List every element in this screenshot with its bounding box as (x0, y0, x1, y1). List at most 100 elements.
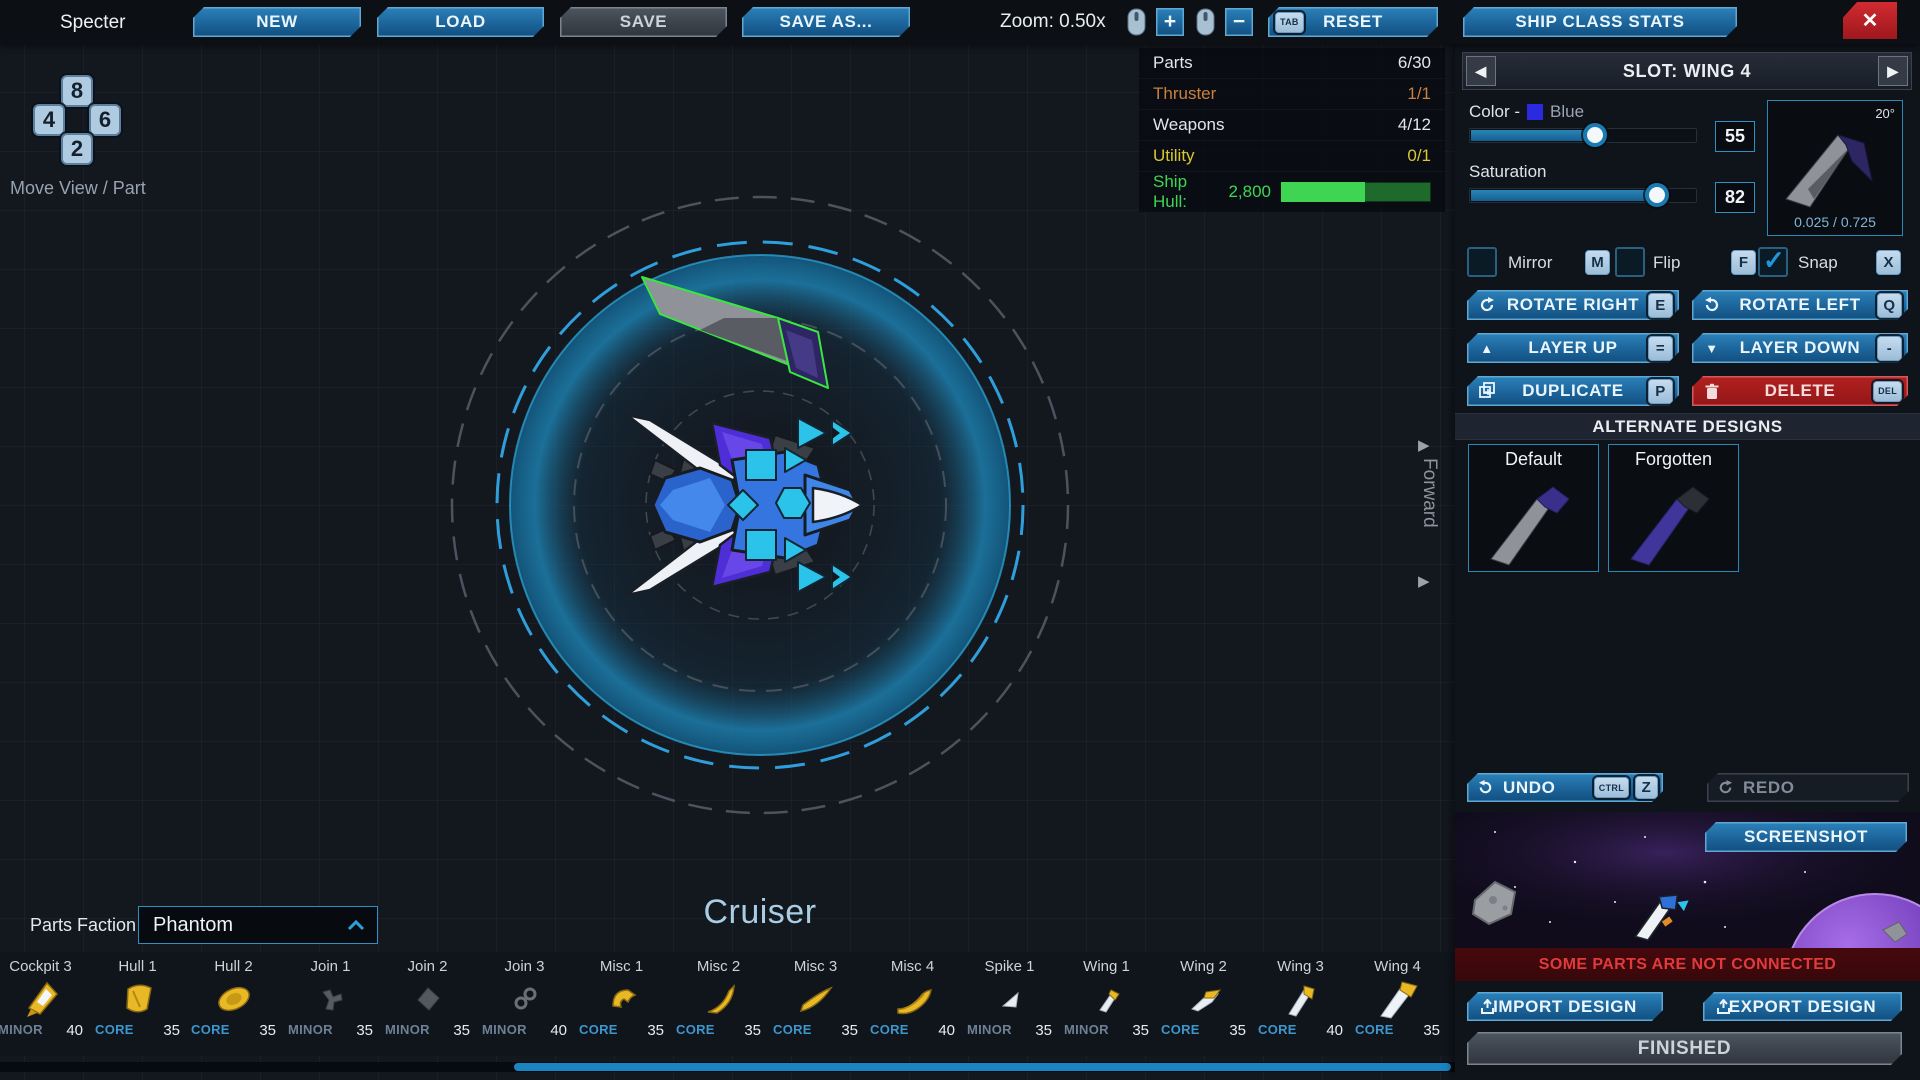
zoom-in-button[interactable]: + (1156, 8, 1184, 36)
finished-button[interactable]: FINISHED (1467, 1032, 1902, 1065)
part-cost: 35 (1229, 1022, 1246, 1039)
stat-row-parts: Parts 6/30 (1139, 48, 1445, 79)
chain-link-icon (476, 976, 573, 1022)
part-name: Hull 2 (185, 958, 282, 976)
part-item-hull-2[interactable]: Hull 2 CORE 35 (185, 958, 282, 1052)
part-cost: 40 (550, 1022, 567, 1039)
delete-label: DELETE (1765, 381, 1836, 401)
stat-label: Utility (1153, 146, 1195, 166)
color-value-box[interactable]: 55 (1715, 121, 1755, 152)
numpad-4-key: 4 (33, 104, 65, 136)
part-angle-value: 20° (1875, 106, 1895, 121)
screenshot-button[interactable]: SCREENSHOT (1705, 822, 1907, 852)
layer-down-button[interactable]: ▼ LAYER DOWN - (1692, 333, 1908, 363)
part-item-hull-1[interactable]: Hull 1 CORE 35 (89, 958, 186, 1052)
color-slider-knob[interactable] (1583, 123, 1607, 147)
zoom-level-label: Zoom: 0.50x (1000, 11, 1106, 33)
part-item-join-2[interactable]: Join 2 MINOR 35 (379, 958, 476, 1052)
trash-icon (1702, 381, 1722, 401)
slot-header: ◀ SLOT: WING 4 ▶ (1462, 52, 1912, 90)
part-type: CORE (1161, 1022, 1200, 1039)
long-blade-wing-icon (1349, 976, 1446, 1022)
parts-scrollbar-thumb[interactable] (514, 1063, 1451, 1071)
mirror-keycap: M (1585, 250, 1610, 275)
part-item-wing-1[interactable]: Wing 1 MINOR 35 (1058, 958, 1155, 1052)
zoom-out-button[interactable]: − (1225, 8, 1253, 36)
thin-horn-icon (767, 976, 864, 1022)
load-button[interactable]: LOAD (377, 7, 544, 37)
part-name: Misc 1 (573, 958, 670, 976)
import-icon (1477, 997, 1497, 1017)
part-offset-value: 0.025 / 0.725 (1768, 214, 1902, 230)
duplicate-icon (1477, 381, 1497, 401)
stat-value: 0/1 (1407, 146, 1431, 166)
part-name: Misc 4 (864, 958, 961, 976)
ship-class-stats-button[interactable]: SHIP CLASS STATS (1463, 7, 1737, 37)
alt-design-forgotten[interactable]: Forgotten (1608, 444, 1739, 572)
mirror-label: Mirror (1508, 253, 1552, 273)
blade-wing-icon (1252, 976, 1349, 1022)
part-type: MINOR (1064, 1022, 1109, 1039)
saturation-slider-knob[interactable] (1645, 183, 1669, 207)
color-slider[interactable] (1469, 128, 1697, 143)
parts-faction-dropdown[interactable]: Phantom (138, 906, 378, 944)
layer-up-button[interactable]: ▲ LAYER UP = (1467, 333, 1679, 363)
save-as-button[interactable]: SAVE AS... (742, 7, 910, 37)
reset-view-button[interactable]: TAB RESET (1268, 7, 1438, 37)
reset-label: RESET (1323, 12, 1383, 32)
joint-y-icon (282, 976, 379, 1022)
part-item-join-3[interactable]: Join 3 MINOR 40 (476, 958, 573, 1052)
mouse-wheel-icon (1127, 8, 1146, 36)
rotate-right-button[interactable]: ROTATE RIGHT E (1467, 290, 1679, 320)
flip-checkbox[interactable] (1615, 247, 1645, 277)
parts-faction-label: Parts Faction (30, 915, 136, 936)
close-button[interactable]: ✕ (1843, 2, 1897, 39)
save-button[interactable]: SAVE (560, 7, 727, 37)
part-item-wing-2[interactable]: Wing 2 CORE 35 (1155, 958, 1252, 1052)
prev-slot-button[interactable]: ◀ (1466, 56, 1496, 86)
alt-design-default[interactable]: Default (1468, 444, 1599, 572)
hull-label: Ship Hull: (1153, 172, 1222, 212)
part-item-misc-3[interactable]: Misc 3 CORE 35 (767, 958, 864, 1052)
part-cost: 40 (1326, 1022, 1343, 1039)
layer-down-label: LAYER DOWN (1740, 338, 1861, 358)
part-type: MINOR (482, 1022, 527, 1039)
part-item-wing-4[interactable]: Wing 4 CORE 35 (1349, 958, 1446, 1052)
undo-button[interactable]: UNDO CTRL Z (1467, 773, 1663, 802)
import-label: IMPORT DESIGN (1493, 997, 1637, 1017)
stat-value: 1/1 (1407, 84, 1431, 104)
move-hint-label: Move View / Part (10, 178, 146, 199)
parts-scrollbar-track[interactable] (0, 1062, 1455, 1072)
redo-label: REDO (1743, 778, 1795, 798)
new-button[interactable]: NEW (193, 7, 361, 37)
snap-checkbox[interactable] (1758, 247, 1788, 277)
left-arrow-icon: ◀ (1475, 63, 1486, 80)
duplicate-button[interactable]: DUPLICATE P (1467, 376, 1679, 406)
saturation-value-box[interactable]: 82 (1715, 182, 1755, 213)
part-item-spike-1[interactable]: Spike 1 MINOR 35 (961, 958, 1058, 1052)
next-slot-button[interactable]: ▶ (1878, 56, 1908, 86)
part-name: Wing 2 (1155, 958, 1252, 976)
ctrl-keycap: CTRL (1594, 777, 1629, 798)
redo-button[interactable]: REDO (1707, 773, 1909, 802)
part-item-misc-1[interactable]: Misc 1 CORE 35 (573, 958, 670, 1052)
joint-plate-icon (379, 976, 476, 1022)
duplicate-keycap: P (1648, 379, 1673, 404)
part-item-wing-3[interactable]: Wing 3 CORE 40 (1252, 958, 1349, 1052)
delete-keycap: DEL (1873, 381, 1902, 402)
color-label: Color - (1469, 102, 1520, 122)
part-item-misc-4[interactable]: Misc 4 CORE 40 (864, 958, 961, 1052)
saturation-slider[interactable] (1469, 188, 1697, 203)
slot-title: SLOT: WING 4 (1623, 61, 1751, 82)
delete-button[interactable]: DELETE DEL (1692, 376, 1908, 406)
rotate-left-button[interactable]: ROTATE LEFT Q (1692, 290, 1908, 320)
mirror-checkbox[interactable] (1467, 247, 1497, 277)
chevron-up-icon (347, 920, 365, 931)
part-item-cockpit-3[interactable]: Cockpit 3 MINOR 40 (0, 958, 89, 1052)
part-type: CORE (579, 1022, 618, 1039)
export-icon (1713, 997, 1733, 1017)
part-item-misc-2[interactable]: Misc 2 CORE 35 (670, 958, 767, 1052)
export-design-button[interactable]: EXPORT DESIGN (1703, 992, 1902, 1021)
part-item-join-1[interactable]: Join 1 MINOR 35 (282, 958, 379, 1052)
import-design-button[interactable]: IMPORT DESIGN (1467, 992, 1663, 1021)
